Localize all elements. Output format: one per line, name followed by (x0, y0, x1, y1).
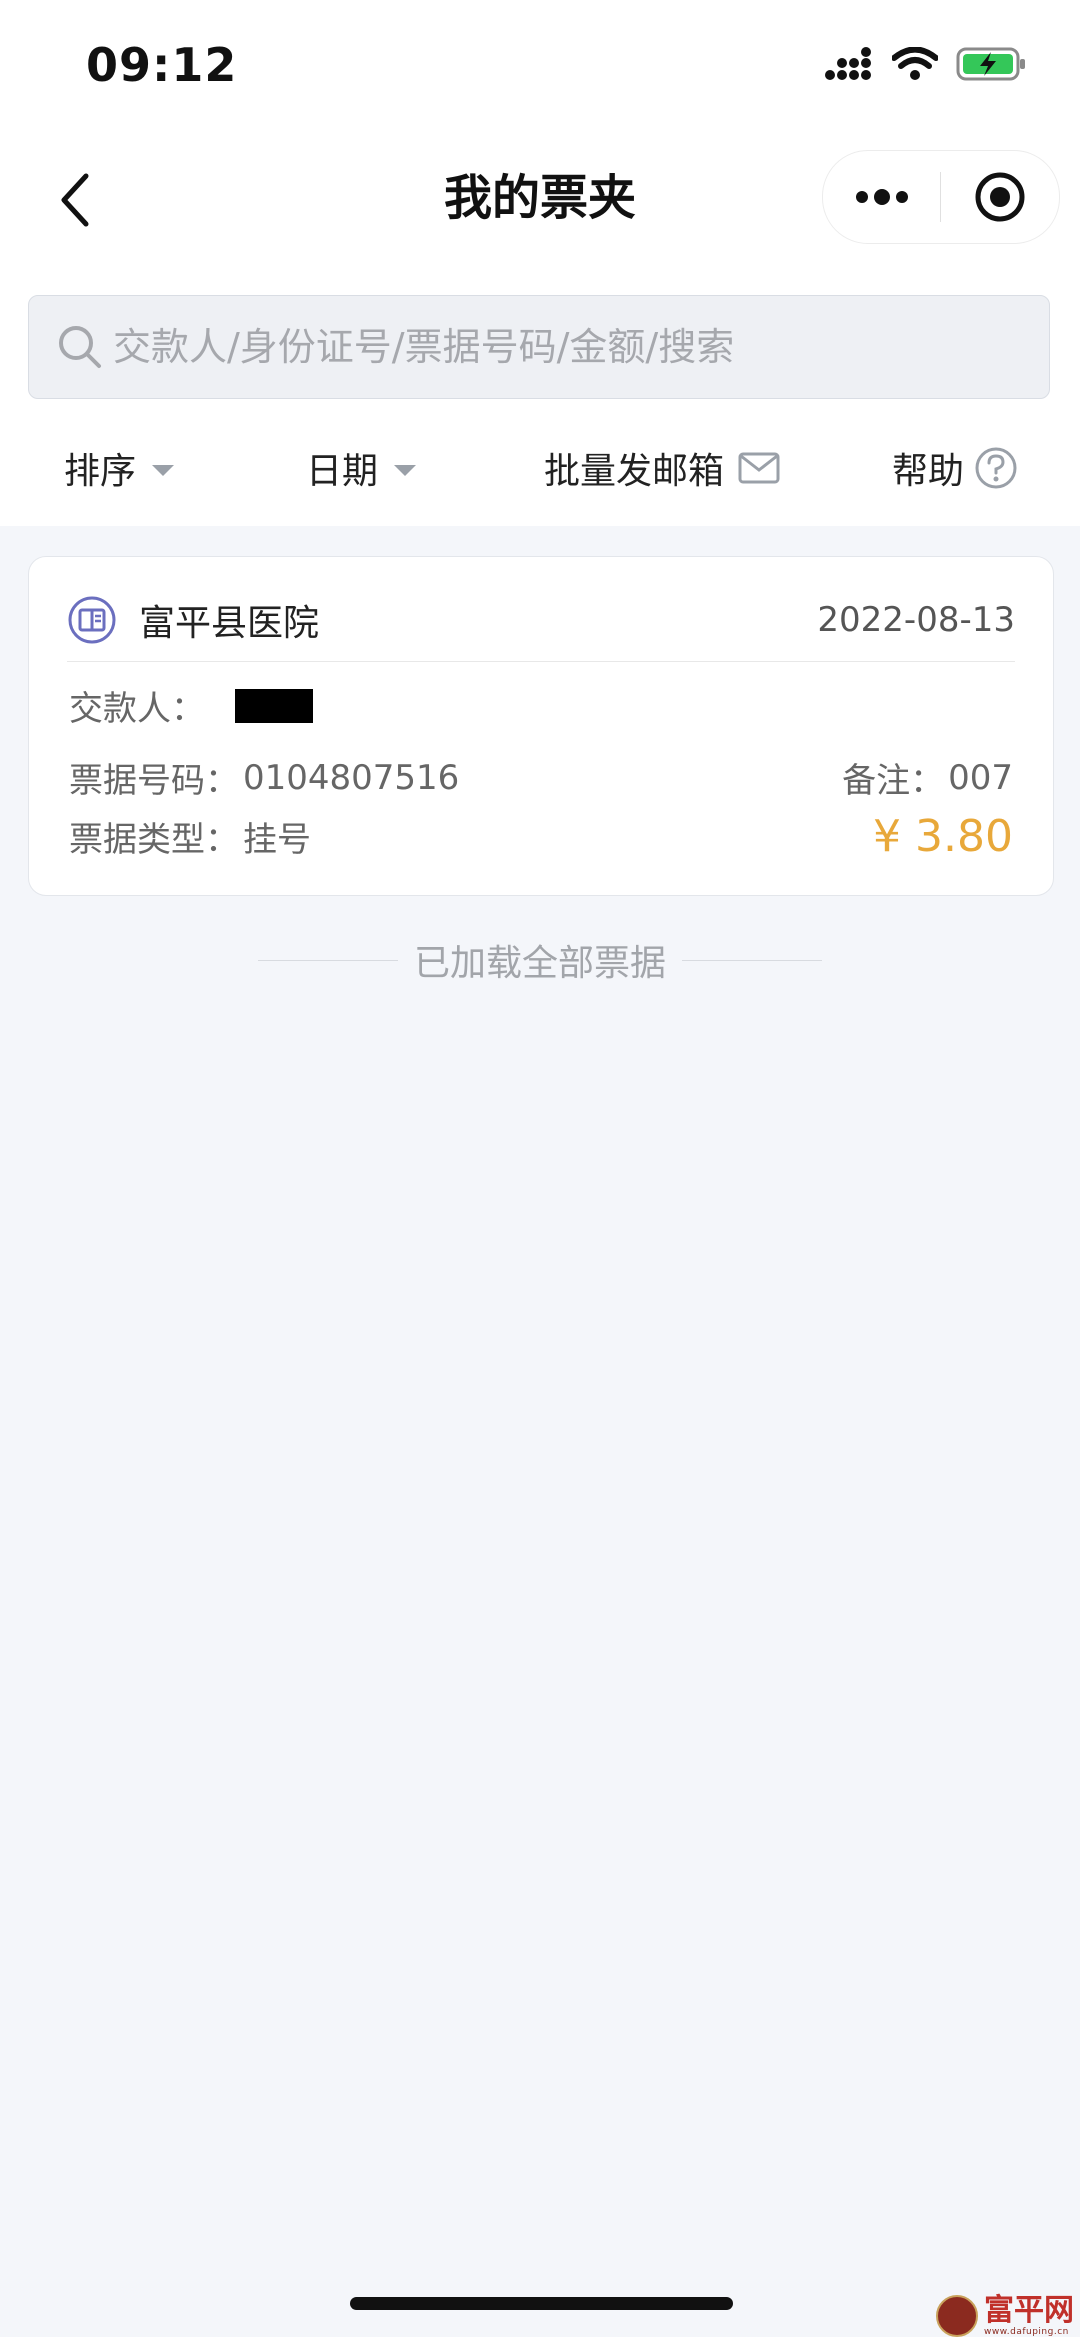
payer-label: 交款人： (69, 689, 205, 729)
nav-bar: 我的票夹 (0, 130, 1080, 270)
wifi-icon (892, 47, 938, 80)
divider-line (682, 959, 822, 961)
watermark-logo-icon (936, 2295, 978, 2337)
receipt-type: 挂号 (243, 820, 311, 860)
search-area (0, 270, 1080, 410)
card-divider (67, 661, 1015, 662)
payer-row: 交款人： (69, 681, 1013, 730)
loaded-all-text: 已加载全部票据 (413, 943, 666, 984)
home-indicator[interactable] (350, 2297, 733, 2310)
sort-filter[interactable]: 排序 (64, 440, 175, 496)
watermark-name: 富平网 (984, 2292, 1074, 2328)
receipt-date: 2022-08-13 (817, 600, 1015, 640)
status-icons (824, 46, 1028, 82)
mini-program-capsule (822, 150, 1060, 244)
watermark-text: 富平网 www.dafuping.cn (984, 2292, 1074, 2337)
help-label: 帮助 (892, 451, 965, 492)
date-filter[interactable]: 日期 (306, 440, 417, 496)
mail-icon (738, 452, 780, 484)
battery-charging-icon (956, 47, 1025, 81)
status-time: 09:12 (86, 38, 238, 92)
batch-email-label: 批量发邮箱 (544, 451, 725, 492)
search-box[interactable] (28, 295, 1050, 399)
receipt-card[interactable]: 富平县医院 2022-08-13 交款人： 票据号码： 0104807516 备… (28, 556, 1054, 896)
question-circle-icon (975, 447, 1017, 489)
note-label: 备注： (842, 761, 945, 801)
signal-icon (825, 47, 871, 80)
close-mini-program-button[interactable] (941, 151, 1058, 243)
loaded-all-note: 已加载全部票据 (0, 934, 1080, 986)
receipt-amount: ¥ 3.80 (873, 811, 1013, 862)
date-label: 日期 (306, 451, 379, 492)
card-header: 富平县医院 2022-08-13 (67, 585, 1015, 655)
payer-redacted (235, 688, 313, 723)
filter-bar: 排序 日期 批量发邮箱 帮助 (0, 410, 1080, 526)
status-bar: 09:12 (0, 0, 1080, 130)
search-input[interactable] (113, 325, 1013, 369)
watermark-sub: www.dafuping.cn (984, 2326, 1069, 2337)
hospital-name: 富平县医院 (139, 603, 320, 644)
more-button[interactable] (823, 151, 940, 243)
more-dots-icon (855, 189, 908, 205)
type-row: 票据类型： 挂号 ¥ 3.80 (69, 811, 1013, 862)
sort-label: 排序 (64, 451, 137, 492)
type-label: 票据类型： (69, 820, 239, 860)
batch-email-button[interactable]: 批量发邮箱 (544, 440, 780, 496)
receipt-number: 0104807516 (243, 757, 460, 798)
note-value: 007 (948, 757, 1013, 798)
divider-line (257, 959, 398, 961)
watermark: 富平网 www.dafuping.cn (936, 2295, 1074, 2337)
caret-down-icon (152, 464, 175, 476)
target-circle-icon (975, 172, 1024, 222)
search-icon (59, 326, 101, 368)
note-field: 备注： 007 (842, 753, 1013, 802)
help-button[interactable]: 帮助 (892, 440, 1018, 496)
book-badge-icon (67, 595, 117, 645)
number-row: 票据号码： 0104807516 备注： 007 (69, 753, 1013, 802)
caret-down-icon (394, 464, 417, 476)
number-label: 票据号码： (69, 761, 239, 801)
